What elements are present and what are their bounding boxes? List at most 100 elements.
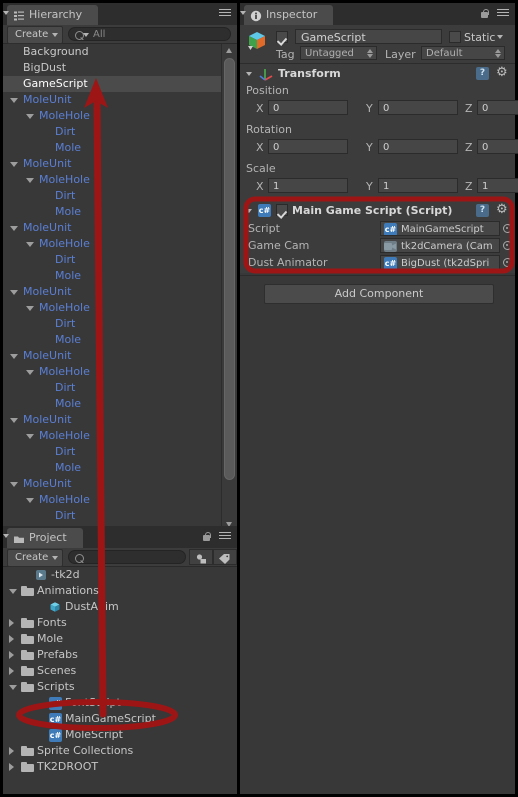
script-component-foldout-icon[interactable]	[246, 209, 252, 213]
layer-dropdown[interactable]: Default	[421, 46, 505, 60]
search-filter-chevron-icon[interactable]	[83, 33, 89, 37]
hierarchy-item-mole[interactable]: Mole	[3, 460, 221, 476]
hierarchy-item-mole[interactable]: Mole	[3, 268, 221, 284]
project-item-dustanim[interactable]: DustAnim	[3, 599, 236, 615]
chevron-down-icon[interactable]	[26, 434, 34, 439]
add-component-button[interactable]: Add Component	[264, 284, 494, 304]
tab-hierarchy[interactable]: Hierarchy	[7, 5, 99, 25]
project-item-tk2droot[interactable]: TK2DROOT	[3, 759, 236, 775]
project-item-sprite-collections[interactable]: Sprite Collections	[3, 743, 236, 759]
chevron-down-icon[interactable]	[26, 498, 34, 503]
transform-rotation-z-input[interactable]: 0	[477, 139, 518, 154]
hierarchy-item-mole[interactable]: Mole	[3, 204, 221, 220]
project-label-filter-button[interactable]	[213, 549, 237, 565]
help-icon[interactable]: ?	[476, 67, 489, 80]
chevron-down-icon[interactable]	[10, 290, 18, 295]
chevron-down-icon[interactable]	[26, 370, 34, 375]
project-item-mole[interactable]: Mole	[3, 631, 236, 647]
static-checkbox[interactable]	[449, 31, 461, 43]
project-search-input[interactable]	[68, 550, 186, 564]
script-field-object-reference[interactable]: tk2dCamera (Cam	[380, 238, 500, 253]
project-item-animations[interactable]: Animations	[3, 583, 236, 599]
project-item-maingamescript[interactable]: c# MainGameScript	[3, 711, 236, 727]
project-create-button[interactable]: Create	[7, 549, 64, 567]
transform-position-y-input[interactable]: 0	[378, 100, 458, 115]
hierarchy-item-dirt[interactable]: Dirt	[3, 124, 221, 140]
hierarchy-item-moleunit[interactable]: MoleUnit	[3, 284, 221, 300]
hierarchy-item-molehole[interactable]: MoleHole	[3, 300, 221, 316]
hierarchy-panel-menu-icon[interactable]	[215, 9, 231, 19]
hierarchy-item-dirt[interactable]: Dirt	[3, 188, 221, 204]
project-item-fonts[interactable]: Fonts	[3, 615, 236, 631]
hierarchy-item-dirt[interactable]: Dirt	[3, 252, 221, 268]
chevron-down-icon[interactable]	[26, 306, 34, 311]
hierarchy-tree[interactable]: Background BigDust GameScript MoleUnit MoleH…	[3, 44, 221, 530]
hierarchy-item-dirt[interactable]: Dirt	[3, 444, 221, 460]
object-picker-icon[interactable]	[503, 224, 512, 233]
hierarchy-item-bigdust[interactable]: BigDust	[3, 60, 221, 76]
project-item-prefabs[interactable]: Prefabs	[3, 647, 236, 663]
project-item-fontscript[interactable]: c# FontScript	[3, 695, 236, 711]
script-field-object-reference[interactable]: c# BigDust (tk2dSpri	[380, 255, 500, 270]
script-component-enabled-checkbox[interactable]	[276, 204, 288, 216]
project-menu-chevron-icon[interactable]	[3, 534, 9, 538]
chevron-right-icon[interactable]	[9, 635, 14, 643]
hierarchy-item-dirt[interactable]: Dirt	[3, 508, 221, 524]
hierarchy-search-input[interactable]: All	[68, 27, 231, 41]
chevron-down-icon[interactable]	[10, 418, 18, 423]
hierarchy-item-moleunit[interactable]: MoleUnit	[3, 348, 221, 364]
chevron-down-icon[interactable]	[10, 482, 18, 487]
help-icon[interactable]: ?	[476, 204, 489, 217]
tab-project[interactable]: Project	[7, 528, 83, 548]
chevron-right-icon[interactable]	[9, 763, 14, 771]
hierarchy-menu-chevron-icon[interactable]	[3, 11, 9, 15]
hierarchy-item-mole[interactable]: Mole	[3, 396, 221, 412]
chevron-right-icon[interactable]	[9, 651, 14, 659]
chevron-down-icon[interactable]	[26, 178, 34, 183]
hierarchy-item-molehole[interactable]: MoleHole	[3, 172, 221, 188]
transform-rotation-x-input[interactable]: 0	[268, 139, 348, 154]
inspector-lock-icon[interactable]	[480, 9, 489, 18]
transform-scale-y-input[interactable]: 1	[378, 178, 458, 193]
transform-rotation-y-input[interactable]: 0	[378, 139, 458, 154]
object-picker-icon[interactable]	[503, 241, 512, 250]
object-picker-icon[interactable]	[503, 258, 512, 267]
chevron-down-icon[interactable]	[10, 98, 18, 103]
chevron-right-icon[interactable]	[9, 667, 14, 675]
hierarchy-item-moleunit[interactable]: MoleUnit	[3, 92, 221, 108]
transform-scale-x-input[interactable]: 1	[268, 178, 348, 193]
tab-inspector[interactable]: Inspector	[244, 5, 334, 25]
gameobject-enabled-checkbox[interactable]	[276, 31, 288, 43]
inspector-menu-chevron-icon[interactable]	[240, 11, 246, 15]
project-type-filter-button[interactable]	[189, 549, 213, 565]
project-item--tk2d[interactable]: -tk2d	[3, 567, 236, 583]
hierarchy-item-background[interactable]: Background	[3, 44, 221, 60]
project-item-scripts[interactable]: Scripts	[3, 679, 236, 695]
gear-icon[interactable]	[496, 203, 508, 217]
hierarchy-item-dirt[interactable]: Dirt	[3, 380, 221, 396]
transform-foldout-icon[interactable]	[246, 72, 252, 76]
hierarchy-item-molehole[interactable]: MoleHole	[3, 428, 221, 444]
chevron-down-icon[interactable]	[10, 226, 18, 231]
hierarchy-item-gamescript[interactable]: GameScript	[3, 76, 221, 92]
hierarchy-scroll-thumb[interactable]	[224, 58, 235, 480]
hierarchy-item-moleunit[interactable]: MoleUnit	[3, 476, 221, 492]
project-panel-menu-icon[interactable]	[215, 532, 231, 542]
hierarchy-item-molehole[interactable]: MoleHole	[3, 108, 221, 124]
hierarchy-item-dirt[interactable]: Dirt	[3, 316, 221, 332]
transform-position-x-input[interactable]: 0	[268, 100, 348, 115]
hierarchy-item-molehole[interactable]: MoleHole	[3, 492, 221, 508]
chevron-down-icon[interactable]	[9, 685, 17, 690]
hierarchy-item-mole[interactable]: Mole	[3, 140, 221, 156]
static-dropdown-chevron-icon[interactable]	[497, 35, 503, 39]
script-field-object-reference[interactable]: c# MainGameScript	[380, 221, 500, 236]
chevron-down-icon[interactable]	[10, 354, 18, 359]
hierarchy-item-moleunit[interactable]: MoleUnit	[3, 412, 221, 428]
hierarchy-create-button[interactable]: Create	[7, 26, 64, 44]
chevron-down-icon[interactable]	[26, 242, 34, 247]
chevron-right-icon[interactable]	[9, 619, 14, 627]
inspector-panel-menu-icon[interactable]	[493, 9, 509, 19]
project-tree[interactable]: -tk2d Animations DustAnim Fonts Mole Prefabs S…	[3, 567, 236, 793]
gameobject-name-input[interactable]: GameScript	[295, 29, 442, 44]
scroll-up-arrow-icon[interactable]	[226, 48, 232, 53]
